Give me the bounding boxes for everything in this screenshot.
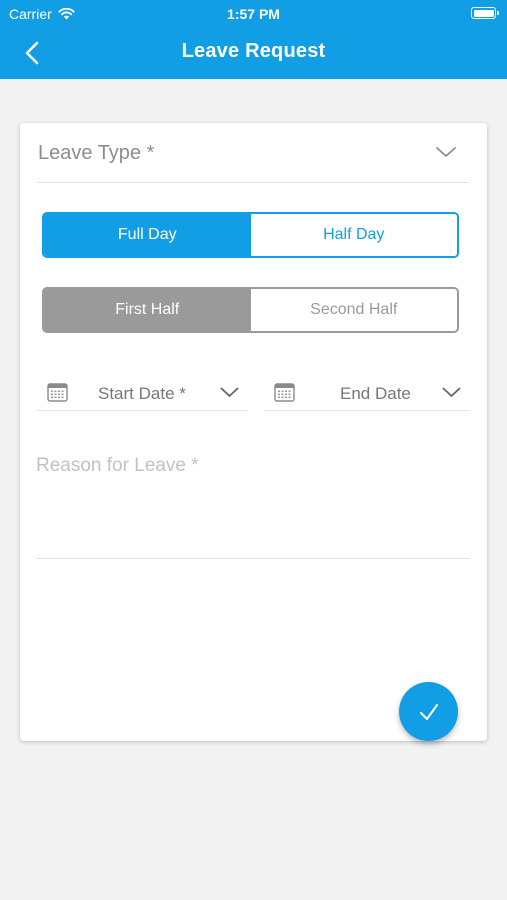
end-date-picker[interactable]: End Date: [264, 373, 470, 411]
submit-button[interactable]: [399, 682, 458, 741]
chevron-down-icon: [442, 387, 461, 397]
leave-type-label: Leave Type *: [38, 142, 155, 164]
calendar-icon: [274, 383, 295, 402]
leave-type-dropdown[interactable]: Leave Type *: [37, 123, 469, 183]
end-date-label: End Date: [340, 384, 411, 403]
top-bar: Carrier 1:57 PM Leave Request: [0, 0, 507, 79]
checkmark-icon: [419, 703, 438, 720]
start-date-picker[interactable]: Start Date *: [37, 373, 248, 411]
status-time: 1:57 PM: [227, 6, 280, 22]
reason-for-leave-field[interactable]: Reason for Leave *: [36, 443, 470, 559]
leave-request-form: Leave Type * Full Day Half Day First Hal…: [20, 123, 487, 741]
half-selection-toggle: First Half Second Half: [42, 287, 459, 333]
page-title: Leave Request: [181, 40, 326, 62]
half-day-option[interactable]: Half Day: [250, 214, 457, 256]
reason-placeholder: Reason for Leave *: [36, 455, 199, 476]
chevron-down-icon: [220, 387, 239, 397]
second-half-option[interactable]: Second Half: [250, 289, 457, 331]
first-half-option[interactable]: First Half: [44, 289, 251, 331]
battery-icon: [471, 7, 499, 19]
status-bar: Carrier 1:57 PM: [0, 0, 507, 28]
chevron-down-icon: [436, 147, 456, 157]
full-day-option[interactable]: Full Day: [44, 214, 251, 256]
start-date-label: Start Date *: [98, 384, 186, 403]
calendar-icon: [47, 383, 68, 402]
day-type-toggle: Full Day Half Day: [42, 212, 459, 258]
